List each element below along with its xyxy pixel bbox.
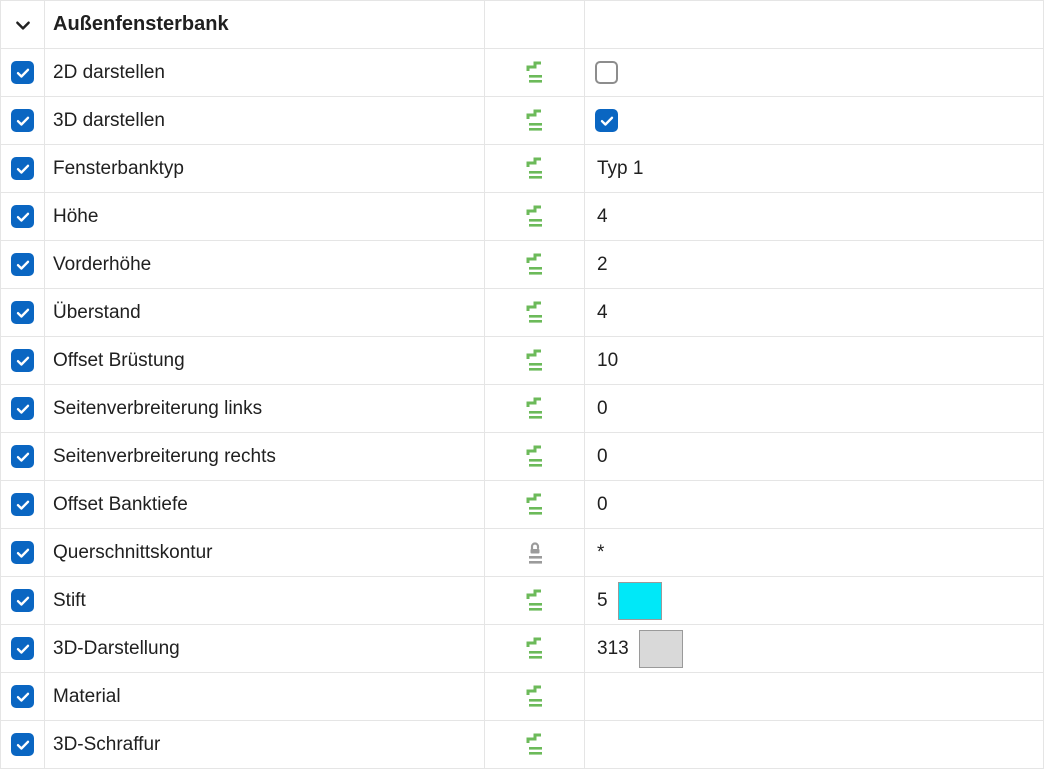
row-enable-checkbox[interactable] — [11, 685, 34, 708]
property-label: Offset Brüstung — [53, 350, 185, 372]
property-label: Überstand — [53, 302, 141, 324]
value-text: 0 — [595, 398, 608, 420]
header-value-cell — [585, 1, 1044, 49]
property-value-cell[interactable] — [585, 49, 1044, 97]
property-value-cell[interactable]: 313 — [585, 625, 1044, 673]
collapse-toggle[interactable] — [1, 1, 45, 49]
row-enable-checkbox[interactable] — [11, 349, 34, 372]
link-icon[interactable] — [523, 301, 547, 325]
property-label: Querschnittskontur — [53, 542, 212, 564]
property-label: 2D darstellen — [53, 62, 165, 84]
property-value-cell[interactable]: 4 — [585, 289, 1044, 337]
row-enable-checkbox[interactable] — [11, 589, 34, 612]
value-text: * — [595, 542, 604, 564]
row-enable-checkbox[interactable] — [11, 301, 34, 324]
value-text: Typ 1 — [595, 158, 643, 180]
property-label: Höhe — [53, 206, 98, 228]
row-enable-checkbox[interactable] — [11, 637, 34, 660]
value-text: 0 — [595, 494, 608, 516]
property-value-cell[interactable] — [585, 721, 1044, 769]
value-text: 4 — [595, 302, 608, 324]
link-icon[interactable] — [523, 637, 547, 661]
chevron-down-icon — [14, 16, 32, 34]
section-title: Außenfensterbank — [53, 13, 229, 36]
property-value-cell[interactable]: 0 — [585, 385, 1044, 433]
row-enable-checkbox[interactable] — [11, 157, 34, 180]
property-label: Seitenverbreiterung links — [53, 398, 262, 420]
property-value-cell[interactable]: Typ 1 — [585, 145, 1044, 193]
property-label: Stift — [53, 590, 86, 612]
link-icon[interactable] — [523, 589, 547, 613]
property-value-cell[interactable]: 0 — [585, 481, 1044, 529]
row-enable-checkbox[interactable] — [11, 541, 34, 564]
property-value-cell[interactable]: 10 — [585, 337, 1044, 385]
color-swatch[interactable] — [639, 630, 683, 668]
link-icon[interactable] — [523, 733, 547, 757]
property-value-cell[interactable]: 2 — [585, 241, 1044, 289]
property-value-cell[interactable] — [585, 673, 1044, 721]
row-enable-checkbox[interactable] — [11, 61, 34, 84]
lock-icon[interactable] — [523, 541, 547, 565]
property-label: Offset Banktiefe — [53, 494, 188, 516]
property-value-cell[interactable]: 5 — [585, 577, 1044, 625]
link-icon[interactable] — [523, 397, 547, 421]
value-checkbox[interactable] — [595, 61, 618, 84]
property-label: Fensterbanktyp — [53, 158, 184, 180]
value-text: 2 — [595, 254, 608, 276]
link-icon[interactable] — [523, 493, 547, 517]
property-label: 3D-Darstellung — [53, 638, 180, 660]
row-enable-checkbox[interactable] — [11, 733, 34, 756]
link-icon[interactable] — [523, 253, 547, 277]
header-mode-cell — [485, 1, 585, 49]
link-icon[interactable] — [523, 109, 547, 133]
row-enable-checkbox[interactable] — [11, 109, 34, 132]
link-icon[interactable] — [523, 157, 547, 181]
value-text: 4 — [595, 206, 608, 228]
value-text: 5 — [595, 590, 608, 612]
property-value-cell[interactable]: * — [585, 529, 1044, 577]
link-icon[interactable] — [523, 61, 547, 85]
row-enable-checkbox[interactable] — [11, 445, 34, 468]
link-icon[interactable] — [523, 205, 547, 229]
property-value-cell[interactable]: 4 — [585, 193, 1044, 241]
property-value-cell[interactable] — [585, 97, 1044, 145]
value-text: 10 — [595, 350, 618, 372]
value-text: 0 — [595, 446, 608, 468]
property-label: 3D-Schraffur — [53, 734, 160, 756]
link-icon[interactable] — [523, 445, 547, 469]
property-value-cell[interactable]: 0 — [585, 433, 1044, 481]
row-enable-checkbox[interactable] — [11, 205, 34, 228]
link-icon[interactable] — [523, 349, 547, 373]
value-checkbox[interactable] — [595, 109, 618, 132]
property-label: Vorderhöhe — [53, 254, 151, 276]
color-swatch[interactable] — [618, 582, 662, 620]
property-label: 3D darstellen — [53, 110, 165, 132]
property-label: Seitenverbreiterung rechts — [53, 446, 276, 468]
property-label: Material — [53, 686, 121, 708]
row-enable-checkbox[interactable] — [11, 397, 34, 420]
row-enable-checkbox[interactable] — [11, 253, 34, 276]
link-icon[interactable] — [523, 685, 547, 709]
row-enable-checkbox[interactable] — [11, 493, 34, 516]
value-text: 313 — [595, 638, 629, 660]
